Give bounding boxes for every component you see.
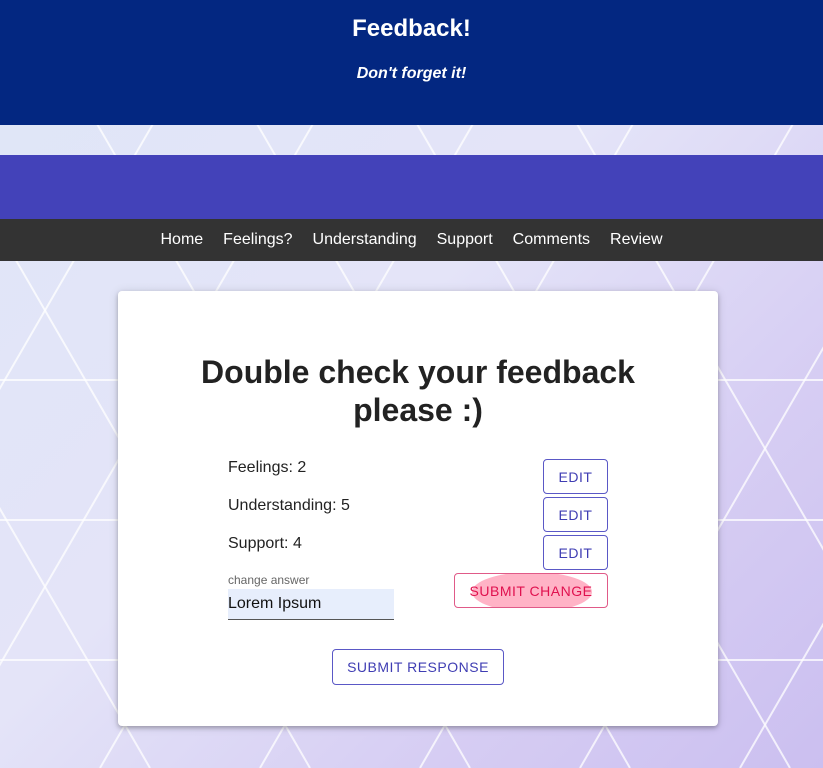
site-header: Feedback! Don't forget it!	[0, 0, 823, 125]
change-answer-label: change answer	[228, 573, 310, 587]
understanding-value: 5	[340, 497, 350, 514]
support-value: 4	[292, 535, 302, 552]
site-subtitle: Don't forget it!	[356, 65, 467, 82]
header-band	[0, 155, 823, 219]
submit-response-button[interactable]: SUBMIT RESPONSE	[332, 649, 504, 685]
site-title: Feedback!	[352, 15, 471, 42]
edit-understanding-button[interactable]: EDIT	[543, 497, 608, 532]
feelings-value: 2	[297, 459, 307, 476]
submit-change-button[interactable]: SUBMIT CHANGE	[454, 573, 608, 608]
change-answer-input[interactable]	[228, 589, 394, 620]
nav-support[interactable]: Support	[437, 231, 493, 249]
edit-support-button[interactable]: EDIT	[543, 535, 608, 570]
support-label: Support:	[228, 535, 289, 552]
edit-feelings-button[interactable]: EDIT	[543, 459, 608, 494]
main-nav: Home Feelings? Understanding Support Com…	[0, 219, 823, 261]
review-card: Double check your feedback please :) Fee…	[118, 291, 718, 726]
nav-home[interactable]: Home	[160, 231, 203, 249]
understanding-answer: Understanding: 5	[228, 497, 350, 515]
submit-change-label: SUBMIT CHANGE	[469, 582, 593, 599]
feelings-answer: Feelings: 2	[228, 459, 306, 477]
feelings-label: Feelings:	[228, 459, 293, 476]
nav-understanding[interactable]: Understanding	[313, 231, 417, 249]
nav-feelings[interactable]: Feelings?	[223, 231, 292, 249]
nav-review[interactable]: Review	[610, 231, 662, 249]
understanding-label: Understanding:	[228, 497, 337, 514]
support-answer: Support: 4	[228, 535, 302, 553]
review-heading: Double check your feedback please :)	[201, 354, 635, 428]
nav-comments[interactable]: Comments	[513, 231, 590, 249]
